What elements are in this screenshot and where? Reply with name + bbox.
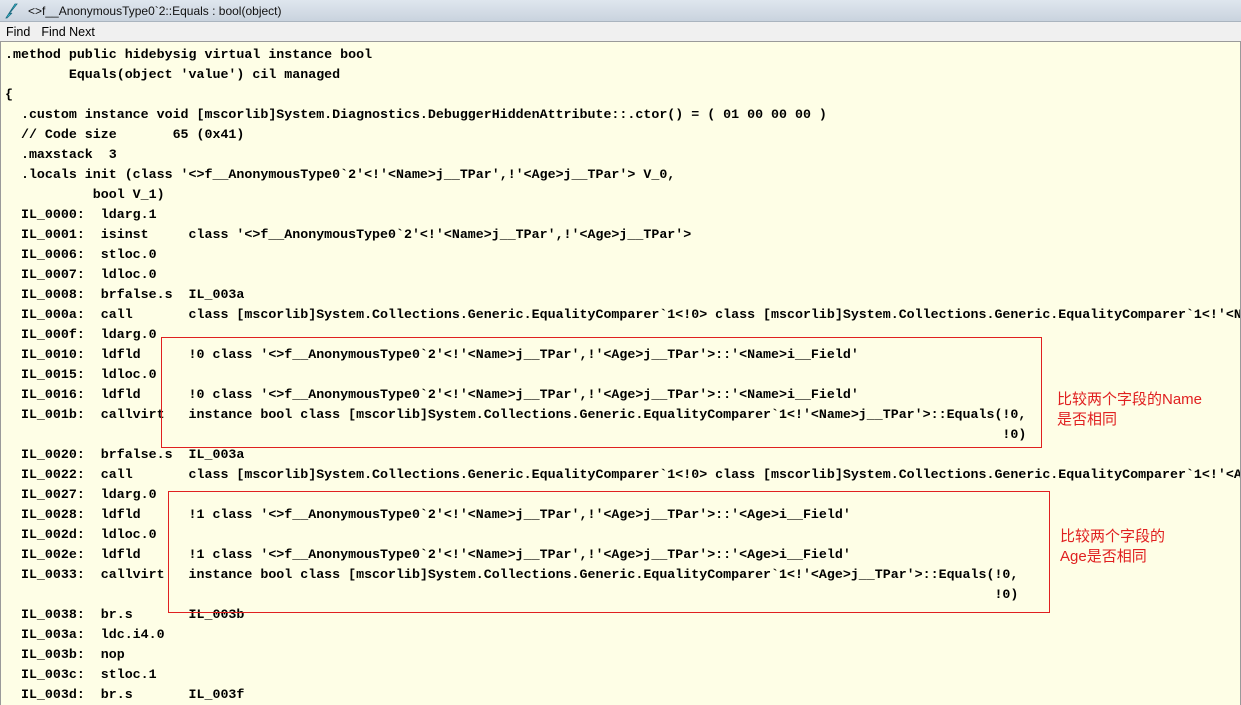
code-line: .maxstack 3 xyxy=(5,147,117,162)
lightning-app-icon xyxy=(5,3,18,18)
code-line: .locals init (class '<>f__AnonymousType0… xyxy=(5,167,676,182)
code-line: bool V_1) xyxy=(5,187,165,202)
code-line: IL_0008: brfalse.s IL_003a xyxy=(5,287,245,302)
menu-find[interactable]: Find xyxy=(0,25,35,39)
highlight-box-age-compare xyxy=(168,491,1050,613)
window-title: <>f__AnonymousType0`2::Equals : bool(obj… xyxy=(28,3,282,18)
code-line: .custom instance void [mscorlib]System.D… xyxy=(5,107,827,122)
code-line: IL_000a: call class [mscorlib]System.Col… xyxy=(5,307,1241,322)
code-line: IL_0001: isinst class '<>f__AnonymousTyp… xyxy=(5,227,692,242)
code-line: .method public hidebysig virtual instanc… xyxy=(5,47,373,62)
highlight-box-name-compare xyxy=(161,337,1042,448)
code-line: IL_0000: ldarg.1 xyxy=(5,207,157,222)
menu-find-next[interactable]: Find Next xyxy=(35,25,100,39)
code-line: Equals(object 'value') cil managed xyxy=(5,67,341,82)
title-bar: <>f__AnonymousType0`2::Equals : bool(obj… xyxy=(0,0,1241,22)
code-line: // Code size 65 (0x41) xyxy=(5,127,245,142)
annotation-age-compare: 比较两个字段的 Age是否相同 xyxy=(1060,528,1166,565)
code-line: IL_003a: ldc.i4.0 xyxy=(5,627,165,642)
code-line: IL_003c: stloc.1 xyxy=(5,667,157,682)
code-line: IL_003b: nop xyxy=(5,647,125,662)
code-line: IL_0007: ldloc.0 xyxy=(5,267,157,282)
code-line: IL_0006: stloc.0 xyxy=(5,247,157,262)
annotation-name-compare: 比较两个字段的Name 是否相同 xyxy=(1057,391,1203,428)
code-line: IL_003d: br.s IL_003f xyxy=(5,687,245,702)
menu-bar: Find Find Next xyxy=(0,22,1241,41)
code-line: { xyxy=(5,87,13,102)
code-line: IL_0020: brfalse.s IL_003a xyxy=(5,447,245,462)
code-line: IL_0022: call class [mscorlib]System.Col… xyxy=(5,467,1241,482)
